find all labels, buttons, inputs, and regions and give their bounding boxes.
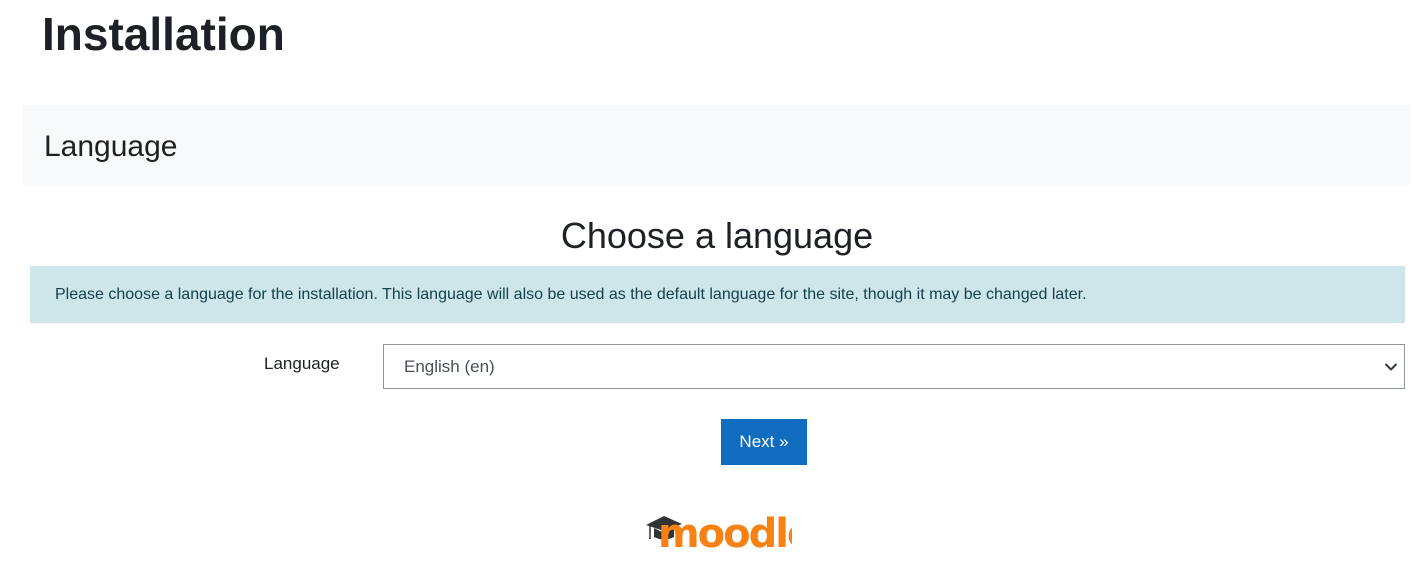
stage-title: Language (44, 130, 178, 163)
svg-text:moodle: moodle (658, 511, 792, 553)
chevron-down-icon (1385, 363, 1397, 371)
stage-header: Language (23, 105, 1411, 185)
language-select-value: English (en) (404, 357, 495, 376)
page-title: Installation (42, 8, 285, 60)
language-label: Language (264, 354, 340, 373)
moodle-logo: moodle (646, 511, 792, 553)
language-select[interactable]: English (en) (383, 344, 1405, 389)
next-button[interactable]: Next » (721, 419, 807, 465)
installation-page: Installation Language Choose a language … (0, 0, 1418, 581)
choose-language-heading: Choose a language (560, 215, 874, 256)
info-message: Please choose a language for the install… (30, 266, 1405, 323)
